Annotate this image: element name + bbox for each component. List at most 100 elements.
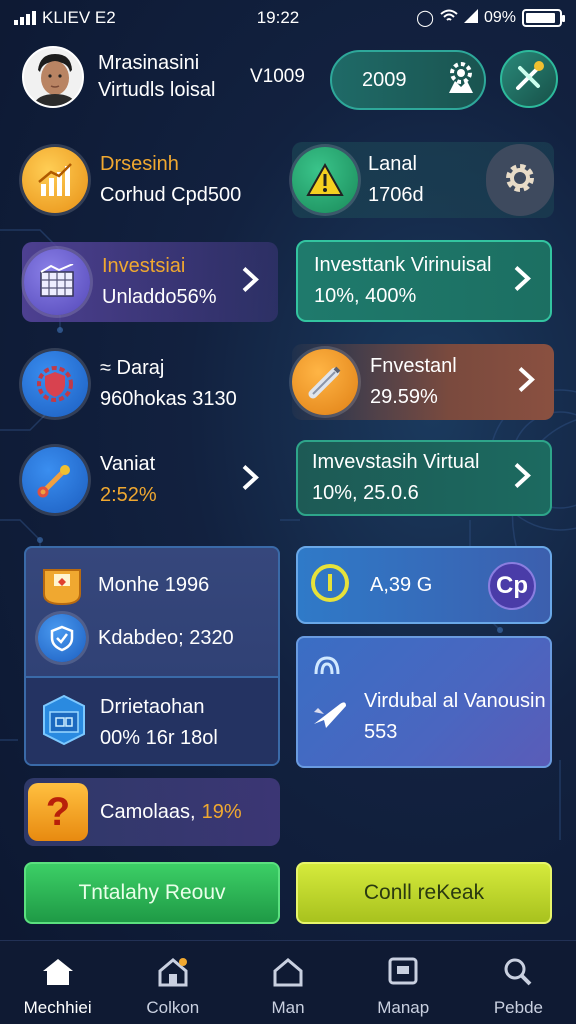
shield-icon [22, 351, 88, 417]
card-title: Fnvestanl [370, 355, 457, 377]
help-percent: 19% [201, 800, 242, 823]
clock: 19:22 [256, 8, 300, 27]
bottom-nav: Mechhiei Colkon Man Manap Pebde [0, 940, 576, 1024]
search-icon [501, 957, 535, 992]
user-subtitle: Virtudls loisal [98, 79, 216, 101]
card-lanal[interactable]: Lanal 1706d [292, 142, 554, 218]
card-subtitle: 2:52% [100, 484, 157, 506]
alarm-icon: ◯ [416, 10, 434, 27]
shield-check-icon [38, 614, 86, 662]
card-title: Imvevstasih Virtual [312, 451, 480, 473]
tube-icon [292, 349, 358, 415]
card-investtank[interactable]: Investtank Virinuisal 10%, 400% [296, 240, 552, 322]
home-outline-icon [271, 957, 305, 992]
nav-label: Mechhiei [23, 998, 92, 1017]
card-title: Drsesinh [100, 153, 179, 175]
header-pill-value: 2009 [362, 68, 407, 91]
card-drsesinh[interactable]: Drsesinh Corhud Cpd500 [22, 140, 278, 220]
nav-item-home[interactable]: Mechhiei [0, 941, 115, 1024]
wifi-icon [440, 9, 458, 28]
card-imvevstasih[interactable]: Imvevstasih Virtual 10%, 25.0.6 [296, 440, 552, 516]
nav-label: Man [271, 998, 305, 1017]
chevron-right-icon [512, 264, 532, 299]
nav-label: Manap [377, 998, 430, 1017]
tools-icon [512, 60, 546, 99]
card-fnvestanl[interactable]: Fnvestanl 29.59% [292, 344, 554, 420]
gear-people-icon [443, 59, 479, 101]
card-title: Vaniat [100, 453, 156, 475]
card-subtitle: 1706d [368, 184, 424, 206]
status-bar: KLIEV E2 19:22 ◯ 09% [0, 0, 576, 36]
card-title: Investtank Virinuisal [314, 254, 492, 276]
battery-icon [522, 9, 565, 27]
chevron-right-icon [516, 365, 536, 400]
user-name: Mrasinasini [98, 52, 200, 74]
tools-button[interactable] [500, 50, 558, 108]
box-icon [38, 692, 90, 753]
card-title: Virdubal al Vanousin [364, 690, 546, 712]
panel-row-monhe[interactable]: Monhe 1996 [26, 560, 278, 611]
card-subtitle: Unladdo56% [102, 286, 217, 308]
card-subtitle: 10%, 25.0.6 [312, 482, 419, 504]
battery-percent: 09% [483, 9, 516, 26]
card-title: ≈ Daraj [100, 357, 165, 379]
info-circle-icon [310, 563, 350, 608]
card-subtitle: 10%, 400% [314, 285, 417, 307]
card-value: A,39 G [370, 573, 433, 596]
cp-badge-label: Cp [496, 572, 528, 599]
button-label: Conll reKeak [363, 881, 485, 904]
primary-left-button[interactable]: Tntalahy Reouv [24, 862, 280, 924]
help-label: Camolaas, [100, 800, 196, 823]
chevron-right-icon [240, 265, 260, 300]
nav-item-colkon[interactable]: Colkon [115, 941, 230, 1024]
card-title: Investsiai [102, 255, 186, 277]
chevron-right-icon [512, 461, 532, 496]
panel-row-label: Kdabdeo; 2320 [98, 626, 234, 649]
carrier-label: KLIEV E2 [42, 8, 116, 27]
airplane-icon [310, 694, 350, 739]
screen-icon [386, 957, 420, 992]
avatar[interactable] [22, 46, 84, 108]
nav-item-man[interactable]: Man [230, 941, 345, 1024]
gear-icon [500, 158, 540, 203]
card-daraj[interactable]: ≈ Daraj 960hokas 3130 [22, 344, 278, 424]
card-subtitle: 29.59% [370, 386, 438, 408]
settings-button[interactable] [486, 144, 554, 216]
chart-up-icon [22, 147, 88, 213]
button-label: Tntalahy Reouv [78, 881, 226, 904]
wrench-icon [22, 447, 88, 513]
house-badge-icon [156, 957, 190, 992]
nav-label: Pebde [493, 998, 543, 1017]
panel-row-label: Monhe 1996 [98, 574, 210, 596]
card-subtitle: 960hokas 3130 [100, 388, 237, 410]
card-virdubal[interactable]: Virdubal al Vanousin 553 [296, 636, 552, 768]
header-pill-button[interactable]: 2009 [330, 50, 486, 110]
question-icon: ? [28, 783, 88, 841]
home-icon [41, 957, 75, 992]
card-value: 553 [364, 721, 398, 743]
chevron-right-icon [240, 463, 260, 498]
card-a39g[interactable]: A,39 G Cp [296, 546, 552, 624]
signal-icon [14, 11, 36, 25]
card-investsiai[interactable]: Investsiai Unladdo56% [22, 242, 278, 322]
nav-item-manap[interactable]: Manap [346, 941, 461, 1024]
card-title: Lanal [368, 153, 417, 175]
basket-icon [40, 560, 84, 611]
cp-badge[interactable]: Cp [488, 562, 536, 610]
primary-right-button[interactable]: Conll reKeak [296, 862, 552, 924]
panel-sub-title: Drrietaohan [100, 696, 205, 718]
panel-sub-drrietaohan[interactable]: Drrietaohan 00% 16r 18ol [26, 676, 278, 764]
signal-wave-icon [312, 652, 342, 687]
warning-icon [292, 147, 358, 213]
header-value: V1009 [250, 66, 305, 87]
card-camolaas[interactable]: ? Camolaas, 19% [24, 778, 280, 846]
nav-item-pebde[interactable]: Pebde [461, 941, 576, 1024]
bar-chart-icon [24, 249, 90, 315]
card-vaniat[interactable]: Vaniat 2:52% [22, 440, 278, 520]
panel-sub-value: 00% 16r 18ol [100, 727, 218, 749]
cell-signal-icon [463, 8, 478, 28]
user-profile[interactable]: Mrasinasini Virtudls loisal [22, 46, 215, 108]
panel-row-kdabdeo[interactable]: Kdabdeo; 2320 [26, 614, 278, 662]
card-subtitle: Corhud Cpd500 [100, 184, 242, 206]
nav-label: Colkon [146, 998, 200, 1017]
